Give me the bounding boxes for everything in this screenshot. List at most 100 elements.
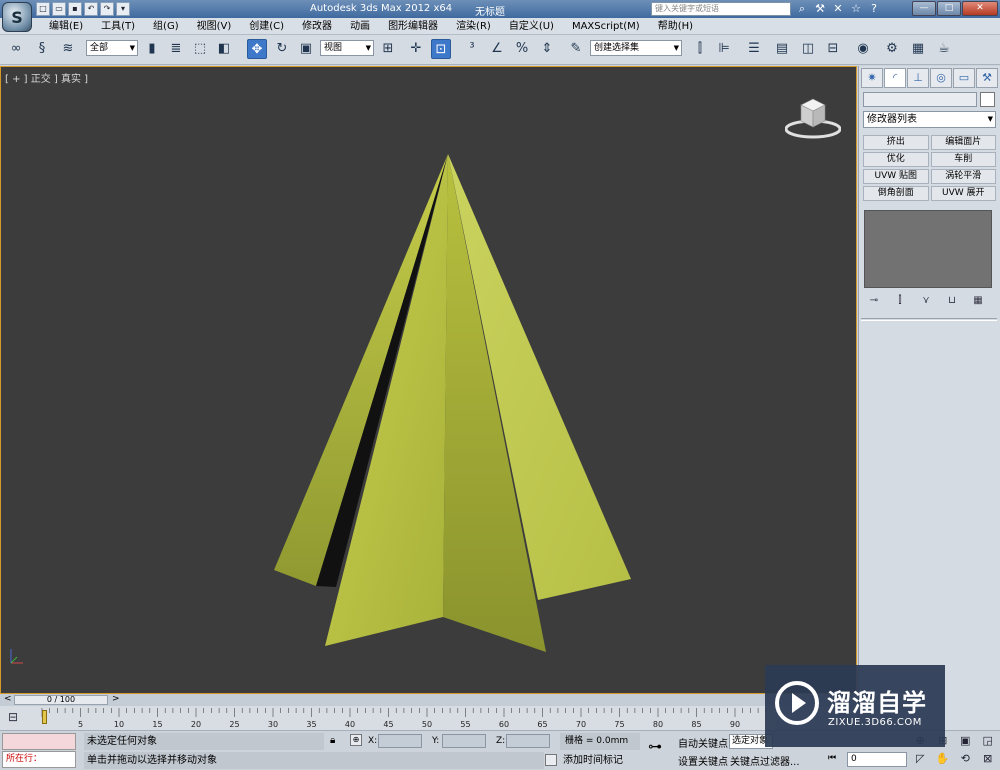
x-coordinate-field[interactable]: [378, 734, 422, 748]
pin-stack-icon[interactable]: ⊸: [865, 294, 883, 308]
unlink-icon[interactable]: §: [32, 39, 52, 59]
binoculars-icon[interactable]: ⌕: [795, 2, 809, 16]
menu-graph-editors[interactable]: 图形编辑器: [379, 20, 447, 33]
select-move-icon[interactable]: ✥: [247, 39, 267, 59]
new-file-icon[interactable]: □: [36, 2, 50, 16]
bind-space-warp-icon[interactable]: ≋: [58, 39, 78, 59]
time-tag-icon[interactable]: [545, 754, 557, 766]
render-production-icon[interactable]: ☕: [934, 39, 954, 59]
set-key-button[interactable]: 设置关键点: [678, 753, 728, 768]
angle-snap-icon[interactable]: ∠: [487, 39, 507, 59]
zoom-extents-icon[interactable]: ▣: [955, 733, 976, 749]
go-to-start-icon[interactable]: ⏮: [828, 753, 836, 763]
select-scale-icon[interactable]: ▣: [296, 39, 316, 59]
selection-filter-select[interactable]: 全部: [86, 40, 138, 56]
bevel-profile-button[interactable]: 倒角剖面: [863, 186, 929, 201]
lathe-button[interactable]: 车削: [930, 152, 996, 167]
pyramid-object[interactable]: [1, 67, 858, 695]
menu-rendering[interactable]: 渲染(R): [447, 20, 500, 33]
material-editor-icon[interactable]: ◉: [853, 39, 873, 59]
select-rotate-icon[interactable]: ↻: [272, 39, 292, 59]
trackbar[interactable]: ⊟ 5 10 15 20 25 30 35 40 45 50 55 60 65 70 75 80 85 90: [0, 706, 775, 730]
object-name-field[interactable]: [863, 92, 977, 107]
minimize-button[interactable]: —: [912, 1, 936, 16]
utilities-tab-icon[interactable]: ⚒: [976, 68, 998, 88]
edit-named-selection-icon[interactable]: ✎: [566, 39, 586, 59]
maxscript-listener-output[interactable]: 所在行：: [2, 751, 76, 768]
key-filters-button[interactable]: 关键点过滤器...: [730, 753, 800, 768]
motion-tab-icon[interactable]: ◎: [930, 68, 952, 88]
menu-tools[interactable]: 工具(T): [92, 20, 144, 33]
close-button[interactable]: ✕: [962, 1, 998, 16]
select-by-name-icon[interactable]: ≣: [166, 39, 186, 59]
modifier-list-select[interactable]: 修改器列表: [863, 111, 996, 128]
pan-icon[interactable]: ✋: [933, 751, 954, 767]
qat-dropdown-icon[interactable]: ▾: [116, 2, 130, 16]
turbosmooth-button[interactable]: 涡轮平滑: [930, 169, 996, 184]
menu-views[interactable]: 视图(V): [188, 20, 241, 33]
field-of-view-icon[interactable]: ◸: [910, 751, 931, 767]
mirror-icon[interactable]: ⫿: [690, 39, 710, 59]
make-unique-icon[interactable]: ⋎: [917, 294, 935, 308]
star-icon[interactable]: ☆: [849, 2, 863, 16]
pivot-center-icon[interactable]: ⊞: [378, 39, 398, 59]
save-file-icon[interactable]: ▪: [68, 2, 82, 16]
orbit-icon[interactable]: ⟲: [955, 751, 976, 767]
percent-snap-icon[interactable]: %: [512, 39, 532, 59]
configure-sets-icon[interactable]: ▦: [969, 294, 987, 308]
redo-icon[interactable]: ↷: [100, 2, 114, 16]
rect-selection-icon[interactable]: ⬚: [190, 39, 210, 59]
time-slider-thumb[interactable]: 0 / 100: [14, 695, 108, 705]
menu-customize[interactable]: 自定义(U): [500, 20, 563, 33]
hierarchy-tab-icon[interactable]: ⊥: [907, 68, 929, 88]
viewcube-icon[interactable]: [785, 93, 841, 139]
show-end-result-icon[interactable]: ⫿: [891, 294, 909, 308]
link-icon[interactable]: ∞: [6, 39, 26, 59]
z-coordinate-field[interactable]: [506, 734, 550, 748]
render-setup-icon[interactable]: ⚙: [882, 39, 902, 59]
snaps-toggle-icon[interactable]: ³: [462, 39, 482, 59]
curve-editor-icon[interactable]: ◫: [798, 39, 818, 59]
display-tab-icon[interactable]: ▭: [953, 68, 975, 88]
current-frame-marker[interactable]: [42, 710, 47, 724]
spinner-snap-icon[interactable]: ⇕: [537, 39, 557, 59]
remove-modifier-icon[interactable]: ⊔: [943, 294, 961, 308]
object-color-swatch[interactable]: [980, 92, 995, 107]
y-coordinate-field[interactable]: [442, 734, 486, 748]
layer-manager-icon[interactable]: ☰: [744, 39, 764, 59]
app-logo-icon[interactable]: S: [2, 2, 32, 32]
open-file-icon[interactable]: ▭: [52, 2, 66, 16]
exchange-icon[interactable]: ✕: [831, 2, 845, 16]
set-key-icon[interactable]: ⊶: [648, 739, 662, 755]
modifier-stack-view[interactable]: [864, 210, 992, 288]
help-icon[interactable]: ?: [867, 2, 881, 16]
menu-edit[interactable]: 编辑(E): [40, 20, 92, 33]
align-icon[interactable]: ⊫: [714, 39, 734, 59]
schematic-view-icon[interactable]: ⊟: [823, 39, 843, 59]
undo-icon[interactable]: ↶: [84, 2, 98, 16]
maximize-viewport-icon[interactable]: ⊠: [978, 751, 999, 767]
time-slider[interactable]: < 0 / 100 >: [0, 694, 857, 706]
search-input[interactable]: 键入关键字或短语: [651, 2, 791, 16]
time-next-icon[interactable]: >: [112, 694, 120, 704]
rendered-frame-icon[interactable]: ▦: [908, 39, 928, 59]
absolute-mode-icon[interactable]: ⊕: [350, 734, 362, 746]
menu-create[interactable]: 创建(C): [240, 20, 293, 33]
menu-modifiers[interactable]: 修改器: [293, 20, 341, 33]
window-crossing-icon[interactable]: ◧: [214, 39, 234, 59]
select-object-icon[interactable]: ▮: [142, 39, 162, 59]
wrench-icon[interactable]: ⚒: [813, 2, 827, 16]
menu-maxscript[interactable]: MAXScript(M): [563, 20, 649, 33]
selection-lock-icon[interactable]: 🔒︎: [330, 735, 335, 746]
auto-key-button[interactable]: 自动关键点: [678, 735, 728, 750]
create-tab-icon[interactable]: ✷: [861, 68, 883, 88]
select-manipulate-icon[interactable]: ✛: [406, 39, 426, 59]
uvw-map-button[interactable]: UVW 贴图: [863, 169, 929, 184]
named-selection-select[interactable]: 创建选择集: [590, 40, 682, 56]
maximize-button[interactable]: □: [937, 1, 961, 16]
graphite-ribbon-icon[interactable]: ▤: [772, 39, 792, 59]
zoom-extents-all-icon[interactable]: ◲: [978, 733, 999, 749]
menu-animation[interactable]: 动画: [341, 20, 379, 33]
perspective-viewport[interactable]: [ + ] 正交 ] 真实 ]: [0, 66, 857, 694]
extrude-button[interactable]: 挤出: [863, 135, 929, 150]
